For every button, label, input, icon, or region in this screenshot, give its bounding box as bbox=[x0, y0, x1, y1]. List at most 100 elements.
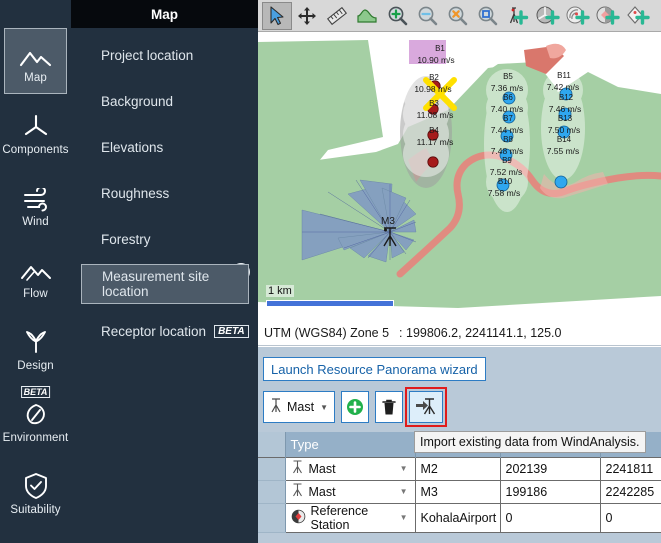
map-toolbar bbox=[258, 0, 661, 32]
map-label: B2 bbox=[429, 73, 439, 82]
zoom-reset-icon[interactable] bbox=[442, 2, 472, 30]
add-site-button[interactable] bbox=[341, 391, 369, 423]
cell-y[interactable]: 2241811 bbox=[600, 456, 661, 481]
row-selector[interactable] bbox=[258, 480, 286, 504]
menu-item-label: Measurement site location bbox=[102, 269, 210, 299]
map-scalebar: 1 km bbox=[266, 281, 396, 307]
rail-item-map[interactable]: Map bbox=[4, 28, 67, 94]
site-type-select[interactable]: Mast ▼ bbox=[263, 391, 335, 423]
site-type-value: Mast bbox=[287, 400, 315, 414]
rail-item-label: Flow bbox=[23, 288, 48, 300]
beta-badge: BETA bbox=[20, 386, 51, 398]
scalebar-label: 1 km bbox=[266, 285, 294, 297]
map-graphic: B1 10.90 m/s B2 10.98 m/s B3 11.08 m/s B… bbox=[258, 32, 661, 320]
menu-item-project-location[interactable]: Project location bbox=[81, 36, 249, 74]
beta-badge: BETA bbox=[214, 324, 249, 338]
table-row[interactable]: Reference Station ▼ KohalaAirport 0 0 bbox=[258, 503, 661, 533]
add-icon bbox=[347, 399, 363, 415]
map-label: B10 bbox=[498, 177, 513, 186]
add-mast-icon[interactable] bbox=[502, 2, 532, 30]
map-label: B13 bbox=[558, 114, 573, 123]
menu-item-receptor-location[interactable]: Receptor location BETA bbox=[81, 312, 249, 350]
mountains-icon bbox=[19, 38, 53, 68]
leaf-icon bbox=[23, 398, 49, 428]
cell-y[interactable]: 0 bbox=[600, 503, 661, 533]
map-label: 10.98 m/s bbox=[414, 84, 451, 94]
rail-item-components[interactable]: Components bbox=[2, 100, 69, 166]
row-selector[interactable] bbox=[258, 503, 286, 533]
zoom-in-icon[interactable] bbox=[382, 2, 412, 30]
map-label: B1 bbox=[435, 44, 445, 53]
mast-icon bbox=[291, 459, 304, 478]
pan-move-icon[interactable] bbox=[292, 2, 322, 30]
import-from-windanalysis-button[interactable] bbox=[409, 391, 443, 423]
page-title: Map bbox=[151, 6, 178, 22]
column-header-type[interactable]: Type bbox=[285, 432, 416, 457]
coordinate-system-label: UTM (WGS84) Zone 5 bbox=[264, 325, 390, 340]
menu-item-label: Roughness bbox=[101, 185, 170, 201]
launch-resource-panorama-wizard-button[interactable]: Launch Resource Panorama wizard bbox=[263, 357, 486, 381]
mast-icon bbox=[291, 482, 304, 501]
chevron-down-icon[interactable]: ▼ bbox=[400, 513, 408, 522]
menu-item-roughness[interactable]: Roughness bbox=[81, 174, 249, 212]
rail-item-suitability[interactable]: Suitability bbox=[4, 460, 67, 526]
wizard-button-label: Launch Resource Panorama wizard bbox=[271, 361, 478, 377]
shield-check-icon bbox=[23, 470, 49, 500]
add-receptor-icon[interactable] bbox=[622, 2, 652, 30]
rail-item-environment[interactable]: BETA Environment bbox=[2, 386, 69, 454]
map-label: B5 bbox=[503, 72, 513, 81]
wind-lines-icon bbox=[20, 182, 52, 212]
select-arrow-icon[interactable] bbox=[262, 1, 292, 30]
tooltip-text: Import existing data from WindAnalysis. bbox=[420, 435, 640, 449]
cell-x[interactable]: 0 bbox=[500, 503, 601, 533]
chevron-down-icon[interactable]: ▼ bbox=[400, 464, 408, 473]
cell-x[interactable]: 202139 bbox=[500, 456, 601, 481]
cell-y[interactable]: 2242285 bbox=[600, 480, 661, 504]
map-label: 11.17 m/s bbox=[417, 137, 454, 147]
rail-item-design[interactable]: Design bbox=[4, 316, 67, 382]
map-menu-panel: Map ❮ Project location Background Elevat… bbox=[71, 0, 258, 543]
coordinate-separator: : bbox=[399, 325, 403, 340]
map-label: 7.48 m/s bbox=[491, 146, 524, 156]
map-canvas[interactable]: B1 10.90 m/s B2 10.98 m/s B3 11.08 m/s B… bbox=[258, 32, 661, 320]
cell-type[interactable]: Reference Station ▼ bbox=[285, 503, 416, 533]
delete-site-button[interactable] bbox=[375, 391, 403, 423]
add-turbine-icon[interactable] bbox=[532, 2, 562, 30]
map-label: 7.46 m/s bbox=[549, 104, 582, 114]
rail-item-label: Components bbox=[2, 144, 69, 156]
table-row[interactable]: Mast ▼ M3 199186 2242285 bbox=[258, 480, 661, 504]
map-label: 7.58 m/s bbox=[488, 188, 521, 198]
map-label: 7.40 m/s bbox=[491, 104, 524, 114]
rail-item-flow[interactable]: Flow bbox=[4, 244, 67, 310]
profile-chart-icon[interactable] bbox=[352, 2, 382, 30]
cell-name[interactable]: KohalaAirport bbox=[415, 503, 501, 533]
cell-type[interactable]: Mast ▼ bbox=[285, 480, 416, 504]
rail-item-label: Wind bbox=[22, 216, 49, 228]
map-label: B6 bbox=[503, 93, 513, 102]
reference-station-icon bbox=[291, 509, 306, 527]
rail-item-label: Environment bbox=[2, 432, 69, 444]
rail-item-wind[interactable]: Wind bbox=[4, 172, 67, 238]
menu-item-forestry[interactable]: Forestry bbox=[81, 220, 249, 258]
map-label: 7.52 m/s bbox=[490, 167, 523, 177]
table-row[interactable]: Mast ▼ M2 202139 2241811 bbox=[258, 456, 661, 481]
cell-name[interactable]: M2 bbox=[415, 456, 501, 481]
chevron-down-icon: ▼ bbox=[320, 402, 328, 412]
row-selector[interactable] bbox=[258, 456, 286, 481]
cell-x[interactable]: 199186 bbox=[500, 480, 601, 504]
chevron-down-icon[interactable]: ▼ bbox=[400, 487, 408, 496]
menu-item-elevations[interactable]: Elevations bbox=[81, 128, 249, 166]
zoom-extent-icon[interactable] bbox=[472, 2, 502, 30]
zoom-out-icon[interactable] bbox=[412, 2, 442, 30]
add-resource-grid-icon[interactable] bbox=[592, 2, 622, 30]
cell-name[interactable]: M3 bbox=[415, 480, 501, 504]
menu-item-label: Background bbox=[101, 93, 174, 109]
rail-item-label: Map bbox=[24, 72, 47, 84]
cell-type[interactable]: Mast ▼ bbox=[285, 456, 416, 481]
add-reference-station-icon[interactable] bbox=[562, 2, 592, 30]
menu-item-measurement-site-location[interactable]: Measurement site location bbox=[81, 264, 249, 304]
menu-item-background[interactable]: Background bbox=[81, 82, 249, 120]
map-label: B3 bbox=[429, 99, 439, 108]
map-label: 7.55 m/s bbox=[547, 146, 580, 156]
measure-ruler-icon[interactable] bbox=[322, 2, 352, 30]
